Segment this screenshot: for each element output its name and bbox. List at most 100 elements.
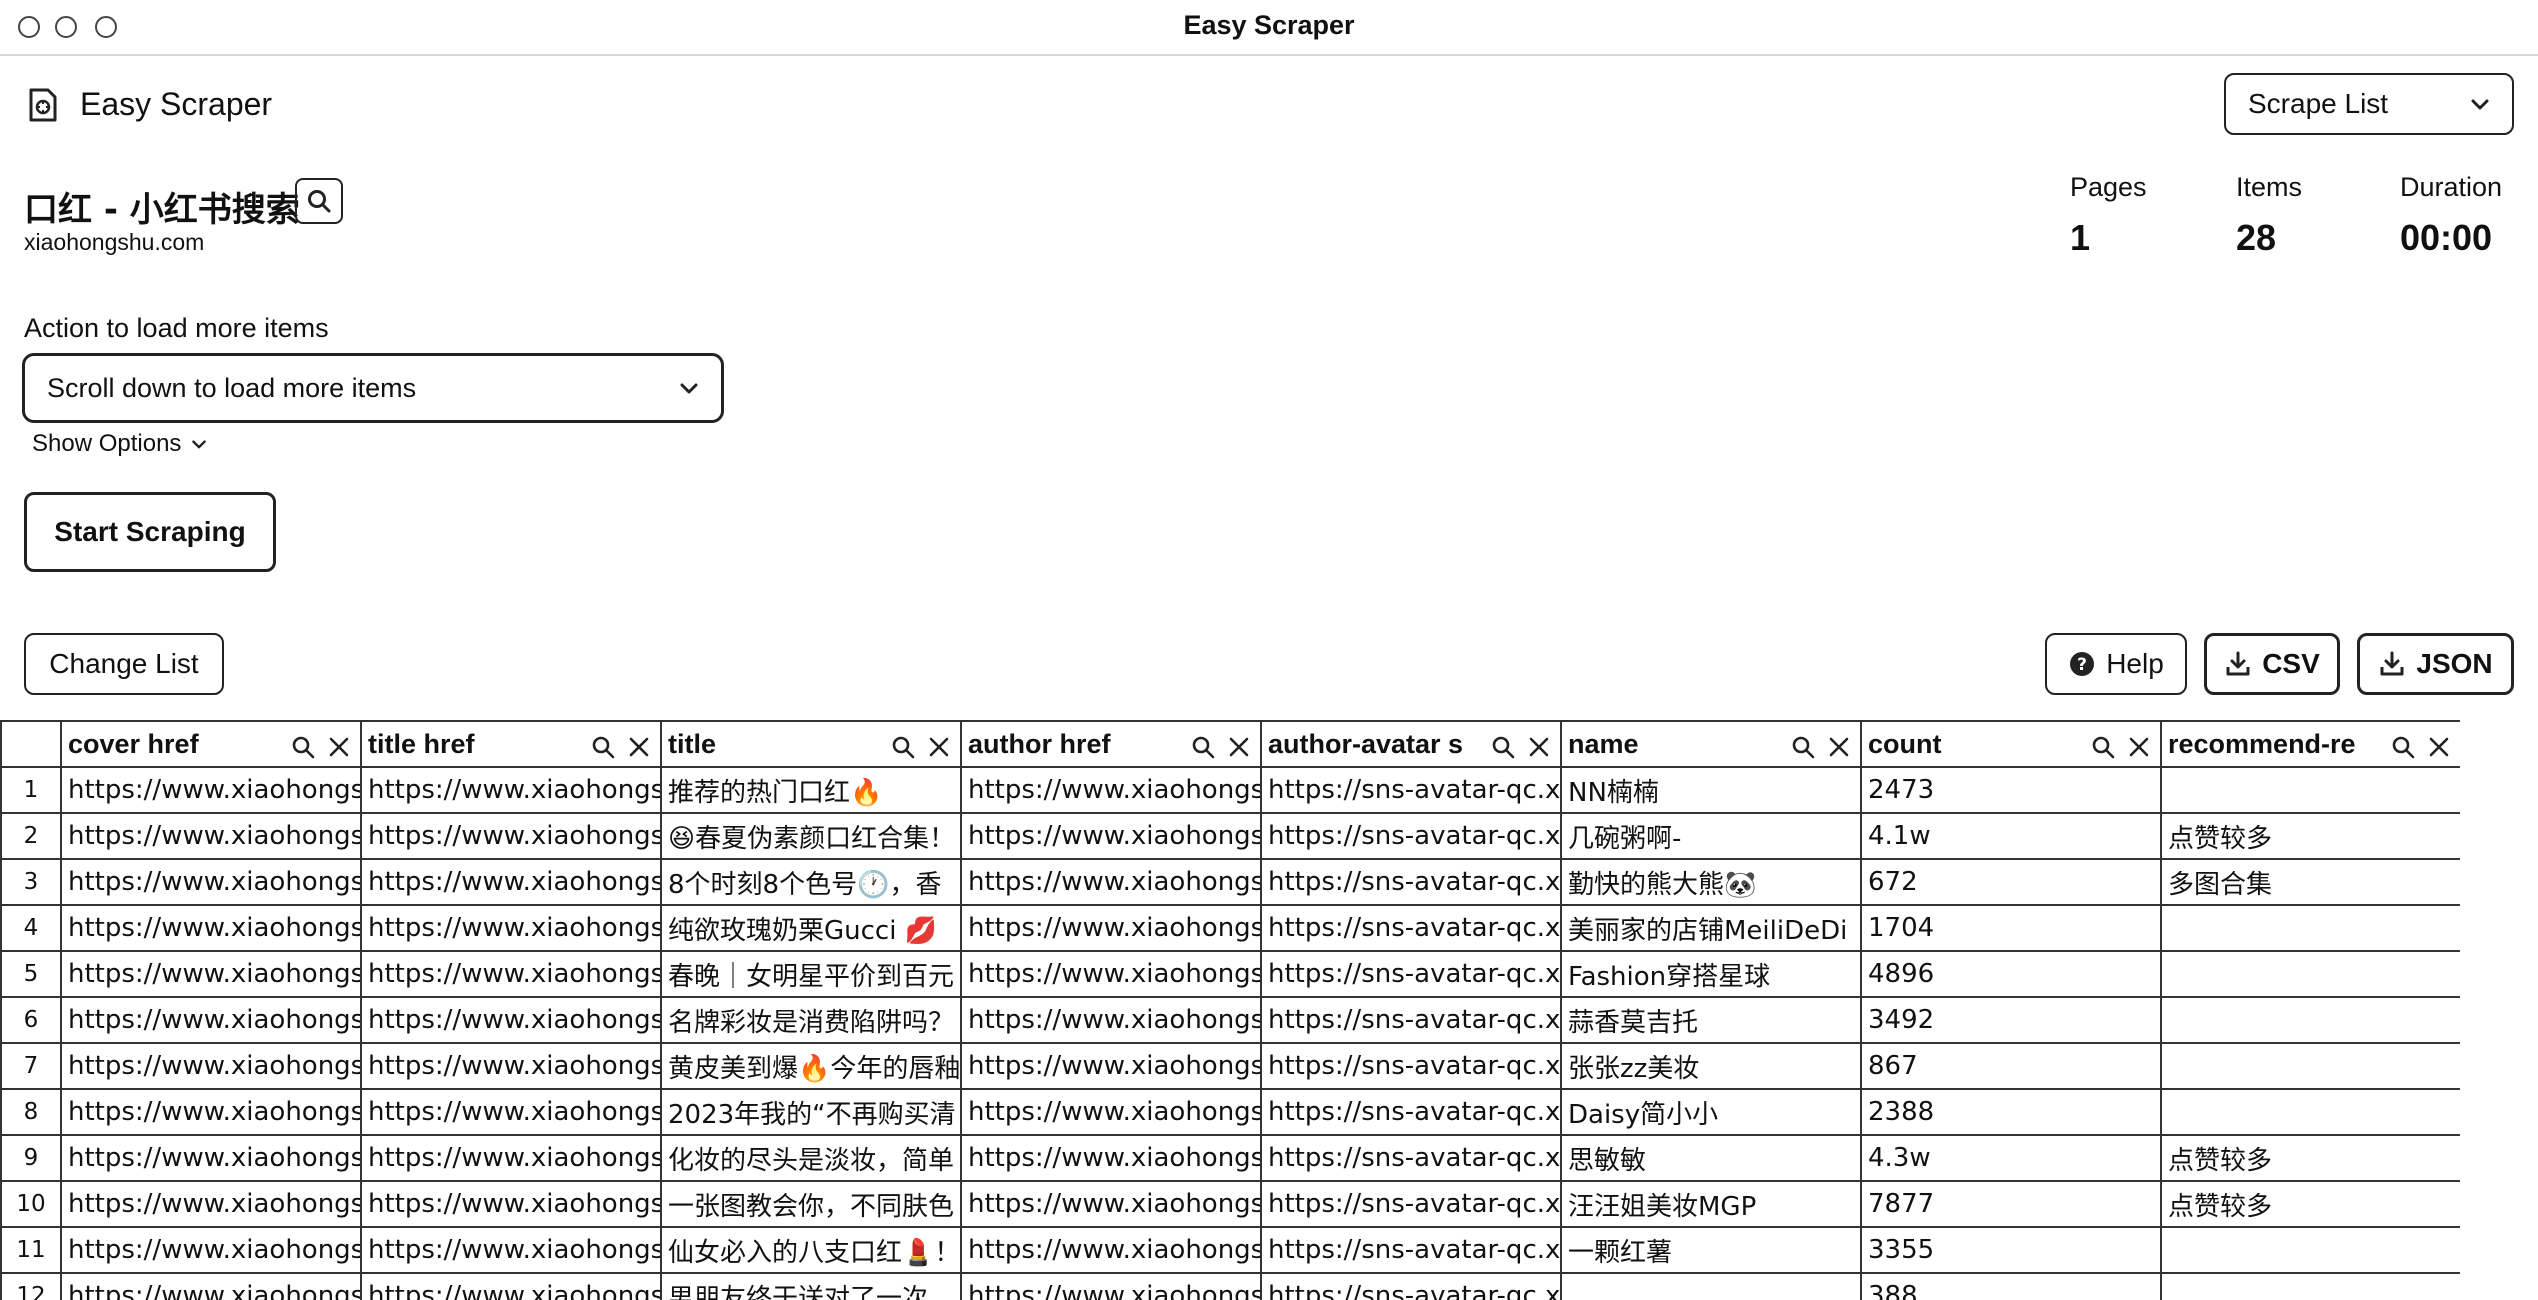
table-row: 2 https://www.xiaohongsh https://www.xiaoh… <box>0 812 2460 860</box>
column-search-icon[interactable] <box>1790 734 1816 760</box>
row-index: 7 <box>0 1042 62 1090</box>
table-cell: 几碗粥啊- <box>1560 812 1862 860</box>
column-header[interactable]: title href <box>360 720 662 768</box>
start-scraping-button[interactable]: Start Scraping <box>24 492 276 572</box>
column-header-label: recommend-re <box>2168 728 2356 759</box>
column-remove-icon[interactable] <box>2426 734 2452 760</box>
table-cell: https://www.xiaohongsh <box>360 766 662 814</box>
column-search-icon[interactable] <box>890 734 916 760</box>
table-cell: 8个时刻8个色号🕐，香 <box>660 858 962 906</box>
table-cell <box>2160 766 2460 814</box>
table-cell: 蒜香莫吉托 <box>1560 996 1862 1044</box>
table-cell: 1704 <box>1860 904 2162 952</box>
column-remove-icon[interactable] <box>626 734 652 760</box>
column-search-icon[interactable] <box>1490 734 1516 760</box>
table-cell: https://www.xiaohongsh <box>360 1272 662 1300</box>
table-cell <box>2160 1042 2460 1090</box>
table-cell: https://www.xiaohongsh <box>360 1134 662 1182</box>
column-header[interactable]: recommend-re <box>2160 720 2460 768</box>
table-cell: https://sns-avatar-qc.x <box>1260 1042 1562 1090</box>
table-cell: https://sns-avatar-qc.x <box>1260 1226 1562 1274</box>
table-header-row: cover href title href title author href auth… <box>0 720 2460 768</box>
download-csv-button[interactable]: CSV <box>2204 633 2340 695</box>
table-cell: https://www.xiaohongsh <box>960 1088 1262 1136</box>
table-row: 5 https://www.xiaohongsh https://www.xiaoh… <box>0 950 2460 998</box>
column-remove-icon[interactable] <box>1826 734 1852 760</box>
start-scraping-label: Start Scraping <box>54 516 246 547</box>
table-cell: https://www.xiaohongsh <box>360 1226 662 1274</box>
row-index: 11 <box>0 1226 62 1274</box>
column-search-icon[interactable] <box>2090 734 2116 760</box>
table-cell: https://www.xiaohongsh <box>360 1088 662 1136</box>
column-remove-icon[interactable] <box>2126 734 2152 760</box>
column-header-label: title <box>668 728 717 759</box>
table-cell: https://www.xiaohongsh <box>960 904 1262 952</box>
load-action-select[interactable]: Scroll down to load more items <box>22 353 724 423</box>
table-row: 8 https://www.xiaohongsh https://www.xiaoh… <box>0 1088 2460 1136</box>
column-search-icon[interactable] <box>590 734 616 760</box>
change-list-label: Change List <box>49 648 199 679</box>
column-header[interactable]: name <box>1560 720 1862 768</box>
column-search-icon[interactable] <box>290 734 316 760</box>
column-remove-icon[interactable] <box>926 734 952 760</box>
show-options-toggle[interactable]: Show Options <box>32 430 207 458</box>
column-remove-icon[interactable] <box>1226 734 1252 760</box>
table-cell: https://www.xiaohongsh <box>60 1042 362 1090</box>
results-table-container[interactable]: cover href title href title author href auth… <box>0 720 2460 1300</box>
table-cell: https://www.xiaohongsh <box>360 904 662 952</box>
table-cell: https://www.xiaohongsh <box>960 950 1262 998</box>
stat-duration-label: Duration <box>2400 172 2503 202</box>
table-cell: 化妆的尽头是淡妆，简单 <box>660 1134 962 1182</box>
column-header[interactable]: count <box>1860 720 2162 768</box>
table-cell: Fashion穿搭星球 <box>1560 950 1862 998</box>
table-cell <box>2160 950 2460 998</box>
stat-pages: Pages 1 <box>2070 172 2147 259</box>
table-cell: https://sns-avatar-qc.x <box>1260 1272 1562 1300</box>
window-title: Easy Scraper <box>1183 10 1355 40</box>
app-name: Easy Scraper <box>80 86 273 122</box>
column-header[interactable]: title <box>660 720 962 768</box>
table-cell: 4896 <box>1860 950 2162 998</box>
column-remove-icon[interactable] <box>326 734 352 760</box>
column-remove-icon[interactable] <box>1526 734 1552 760</box>
table-cell: 点赞较多 <box>2160 812 2460 860</box>
table-cell: 3355 <box>1860 1226 2162 1274</box>
column-search-icon[interactable] <box>1190 734 1216 760</box>
table-cell: https://www.xiaohongsh <box>60 812 362 860</box>
column-header-label: count <box>1868 728 1942 759</box>
table-cell: https://www.xiaohongsh <box>360 950 662 998</box>
help-label: Help <box>2106 648 2164 679</box>
table-cell: https://www.xiaohongsh <box>960 1134 1262 1182</box>
table-cell: 2023年我的“不再购买清 <box>660 1088 962 1136</box>
table-row: 11 https://www.xiaohongsh https://www.xiao… <box>0 1226 2460 1274</box>
table-row: 3 https://www.xiaohongsh https://www.xiaoh… <box>0 858 2460 906</box>
table-cell: https://www.xiaohongsh <box>360 1180 662 1228</box>
change-list-button[interactable]: Change List <box>24 633 224 695</box>
help-button[interactable]: ? Help <box>2045 633 2187 695</box>
table-row: 1 https://www.xiaohongsh https://www.xiaoh… <box>0 766 2460 814</box>
column-header[interactable]: author-avatar s <box>1260 720 1562 768</box>
mode-select[interactable]: Scrape List <box>2224 73 2514 135</box>
table-cell: https://www.xiaohongsh <box>960 1042 1262 1090</box>
stat-items: Items 28 <box>2236 172 2302 259</box>
stat-items-label: Items <box>2236 172 2303 202</box>
table-cell: https://www.xiaohongsh <box>360 812 662 860</box>
stat-items-value: 28 <box>2236 217 2277 258</box>
table-cell <box>2160 1088 2460 1136</box>
column-search-icon[interactable] <box>2390 734 2416 760</box>
table-cell <box>2160 904 2460 952</box>
table-cell: NN楠楠 <box>1560 766 1862 814</box>
table-cell: 美丽家的店铺MeiliDeDi <box>1560 904 1862 952</box>
table-cell: https://sns-avatar-qc.x <box>1260 766 1562 814</box>
column-header-label: author href <box>968 728 1111 759</box>
column-header[interactable]: cover href <box>60 720 362 768</box>
table-cell: https://www.xiaohongsh <box>60 1180 362 1228</box>
table-row: 9 https://www.xiaohongsh https://www.xiaoh… <box>0 1134 2460 1182</box>
column-header-label: author-avatar s <box>1268 728 1464 759</box>
stat-pages-label: Pages <box>2070 172 2147 202</box>
download-json-button[interactable]: JSON <box>2357 633 2514 695</box>
column-header[interactable]: author href <box>960 720 1262 768</box>
page-title-search-button[interactable] <box>295 178 343 224</box>
table-cell: 4.1w <box>1860 812 2162 860</box>
table-cell: https://sns-avatar-qc.x <box>1260 858 1562 906</box>
